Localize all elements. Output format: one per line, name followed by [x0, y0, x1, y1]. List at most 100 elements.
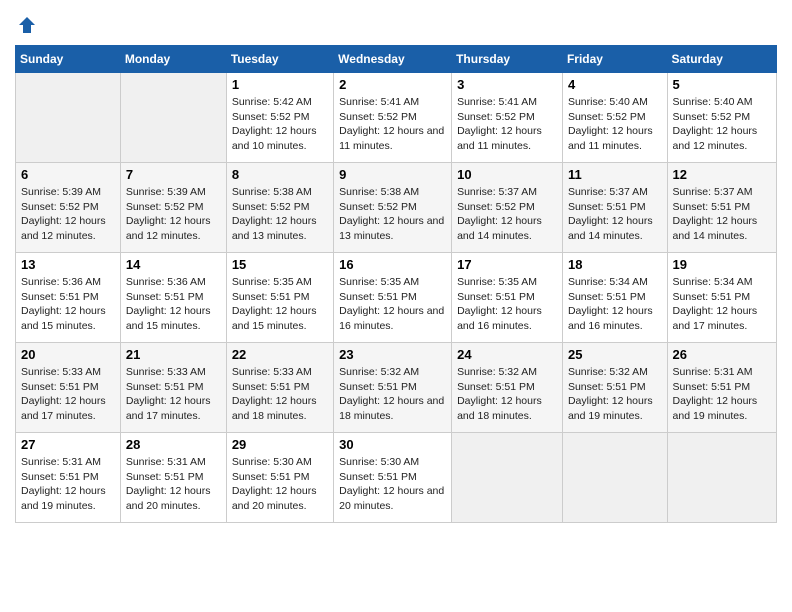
- weekday-header: Thursday: [452, 46, 563, 73]
- day-info: Sunrise: 5:37 AMSunset: 5:52 PMDaylight:…: [457, 185, 557, 244]
- daylight-text: Daylight: 12 hours and 16 minutes.: [568, 304, 662, 333]
- day-number: 24: [457, 347, 557, 362]
- day-info: Sunrise: 5:33 AMSunset: 5:51 PMDaylight:…: [21, 365, 115, 424]
- calendar-day-cell: 14Sunrise: 5:36 AMSunset: 5:51 PMDayligh…: [120, 253, 226, 343]
- day-info: Sunrise: 5:35 AMSunset: 5:51 PMDaylight:…: [457, 275, 557, 334]
- sunset-text: Sunset: 5:51 PM: [232, 380, 328, 395]
- day-number: 28: [126, 437, 221, 452]
- day-info: Sunrise: 5:39 AMSunset: 5:52 PMDaylight:…: [126, 185, 221, 244]
- calendar-day-cell: 22Sunrise: 5:33 AMSunset: 5:51 PMDayligh…: [226, 343, 333, 433]
- calendar-day-cell: 1Sunrise: 5:42 AMSunset: 5:52 PMDaylight…: [226, 73, 333, 163]
- calendar-day-cell: 2Sunrise: 5:41 AMSunset: 5:52 PMDaylight…: [334, 73, 452, 163]
- daylight-text: Daylight: 12 hours and 11 minutes.: [339, 124, 446, 153]
- daylight-text: Daylight: 12 hours and 20 minutes.: [126, 484, 221, 513]
- sunset-text: Sunset: 5:51 PM: [232, 290, 328, 305]
- daylight-text: Daylight: 12 hours and 12 minutes.: [21, 214, 115, 243]
- sunrise-text: Sunrise: 5:33 AM: [232, 365, 328, 380]
- weekday-header: Sunday: [16, 46, 121, 73]
- sunrise-text: Sunrise: 5:35 AM: [232, 275, 328, 290]
- sunrise-text: Sunrise: 5:31 AM: [21, 455, 115, 470]
- calendar-week-row: 1Sunrise: 5:42 AMSunset: 5:52 PMDaylight…: [16, 73, 777, 163]
- sunset-text: Sunset: 5:52 PM: [232, 110, 328, 125]
- sunrise-text: Sunrise: 5:38 AM: [232, 185, 328, 200]
- calendar-day-cell: 27Sunrise: 5:31 AMSunset: 5:51 PMDayligh…: [16, 433, 121, 523]
- daylight-text: Daylight: 12 hours and 18 minutes.: [339, 394, 446, 423]
- daylight-text: Daylight: 12 hours and 14 minutes.: [568, 214, 662, 243]
- day-number: 25: [568, 347, 662, 362]
- day-number: 16: [339, 257, 446, 272]
- sunrise-text: Sunrise: 5:31 AM: [126, 455, 221, 470]
- sunrise-text: Sunrise: 5:41 AM: [339, 95, 446, 110]
- daylight-text: Daylight: 12 hours and 12 minutes.: [126, 214, 221, 243]
- day-info: Sunrise: 5:39 AMSunset: 5:52 PMDaylight:…: [21, 185, 115, 244]
- sunrise-text: Sunrise: 5:40 AM: [568, 95, 662, 110]
- logo: [15, 15, 37, 35]
- day-number: 14: [126, 257, 221, 272]
- calendar-day-cell: 17Sunrise: 5:35 AMSunset: 5:51 PMDayligh…: [452, 253, 563, 343]
- sunrise-text: Sunrise: 5:35 AM: [339, 275, 446, 290]
- day-info: Sunrise: 5:36 AMSunset: 5:51 PMDaylight:…: [21, 275, 115, 334]
- calendar-day-cell: [667, 433, 776, 523]
- sunset-text: Sunset: 5:52 PM: [457, 200, 557, 215]
- sunrise-text: Sunrise: 5:38 AM: [339, 185, 446, 200]
- calendar-day-cell: 10 Sunrise: 5:37 AMSunset: 5:52 PMDayligh…: [452, 163, 563, 253]
- day-number: 9: [339, 167, 446, 182]
- day-info: Sunrise: 5:32 AMSunset: 5:51 PMDaylight:…: [568, 365, 662, 424]
- sunset-text: Sunset: 5:51 PM: [457, 290, 557, 305]
- daylight-text: Daylight: 12 hours and 15 minutes.: [21, 304, 115, 333]
- daylight-text: Daylight: 12 hours and 17 minutes.: [673, 304, 771, 333]
- weekday-header: Tuesday: [226, 46, 333, 73]
- sunrise-text: Sunrise: 5:33 AM: [126, 365, 221, 380]
- daylight-text: Daylight: 12 hours and 20 minutes.: [339, 484, 446, 513]
- daylight-text: Daylight: 12 hours and 18 minutes.: [232, 394, 328, 423]
- sunrise-text: Sunrise: 5:30 AM: [339, 455, 446, 470]
- sunset-text: Sunset: 5:51 PM: [673, 380, 771, 395]
- sunset-text: Sunset: 5:51 PM: [339, 380, 446, 395]
- sunset-text: Sunset: 5:51 PM: [673, 290, 771, 305]
- day-info: Sunrise: 5:33 AMSunset: 5:51 PMDaylight:…: [232, 365, 328, 424]
- calendar-day-cell: 30Sunrise: 5:30 AMSunset: 5:51 PMDayligh…: [334, 433, 452, 523]
- page-header: [15, 15, 777, 35]
- sunset-text: Sunset: 5:52 PM: [673, 110, 771, 125]
- calendar-week-row: 20Sunrise: 5:33 AMSunset: 5:51 PMDayligh…: [16, 343, 777, 433]
- weekday-header-row: SundayMondayTuesdayWednesdayThursdayFrid…: [16, 46, 777, 73]
- day-info: Sunrise: 5:34 AMSunset: 5:51 PMDaylight:…: [673, 275, 771, 334]
- sunset-text: Sunset: 5:51 PM: [568, 380, 662, 395]
- sunrise-text: Sunrise: 5:36 AM: [21, 275, 115, 290]
- daylight-text: Daylight: 12 hours and 19 minutes.: [568, 394, 662, 423]
- calendar-day-cell: 11Sunrise: 5:37 AMSunset: 5:51 PMDayligh…: [562, 163, 667, 253]
- calendar-day-cell: 24Sunrise: 5:32 AMSunset: 5:51 PMDayligh…: [452, 343, 563, 433]
- sunrise-text: Sunrise: 5:39 AM: [21, 185, 115, 200]
- day-number: 15: [232, 257, 328, 272]
- calendar-day-cell: 7 Sunrise: 5:39 AMSunset: 5:52 PMDaylight…: [120, 163, 226, 253]
- day-number: 18: [568, 257, 662, 272]
- sunset-text: Sunset: 5:51 PM: [339, 290, 446, 305]
- day-info: Sunrise: 5:38 AMSunset: 5:52 PMDaylight:…: [232, 185, 328, 244]
- day-info: Sunrise: 5:38 AMSunset: 5:52 PMDaylight:…: [339, 185, 446, 244]
- daylight-text: Daylight: 12 hours and 20 minutes.: [232, 484, 328, 513]
- sunrise-text: Sunrise: 5:34 AM: [568, 275, 662, 290]
- calendar-day-cell: 8 Sunrise: 5:38 AMSunset: 5:52 PMDaylight…: [226, 163, 333, 253]
- sunrise-text: Sunrise: 5:32 AM: [457, 365, 557, 380]
- sunset-text: Sunset: 5:51 PM: [568, 200, 662, 215]
- day-number: 21: [126, 347, 221, 362]
- day-info: Sunrise: 5:35 AMSunset: 5:51 PMDaylight:…: [232, 275, 328, 334]
- sunrise-text: Sunrise: 5:41 AM: [457, 95, 557, 110]
- daylight-text: Daylight: 12 hours and 15 minutes.: [126, 304, 221, 333]
- calendar-day-cell: 19 Sunrise: 5:34 AMSunset: 5:51 PMDayligh…: [667, 253, 776, 343]
- sunset-text: Sunset: 5:51 PM: [673, 200, 771, 215]
- sunrise-text: Sunrise: 5:40 AM: [673, 95, 771, 110]
- sunrise-text: Sunrise: 5:42 AM: [232, 95, 328, 110]
- day-info: Sunrise: 5:32 AMSunset: 5:51 PMDaylight:…: [339, 365, 446, 424]
- sunset-text: Sunset: 5:52 PM: [568, 110, 662, 125]
- day-number: 29: [232, 437, 328, 452]
- day-number: 10: [457, 167, 557, 182]
- sunset-text: Sunset: 5:52 PM: [232, 200, 328, 215]
- calendar-day-cell: 9 Sunrise: 5:38 AMSunset: 5:52 PMDaylight…: [334, 163, 452, 253]
- day-number: 5: [673, 77, 771, 92]
- day-number: 8: [232, 167, 328, 182]
- daylight-text: Daylight: 12 hours and 19 minutes.: [21, 484, 115, 513]
- day-number: 19: [673, 257, 771, 272]
- day-number: 7: [126, 167, 221, 182]
- calendar-day-cell: 21Sunrise: 5:33 AMSunset: 5:51 PMDayligh…: [120, 343, 226, 433]
